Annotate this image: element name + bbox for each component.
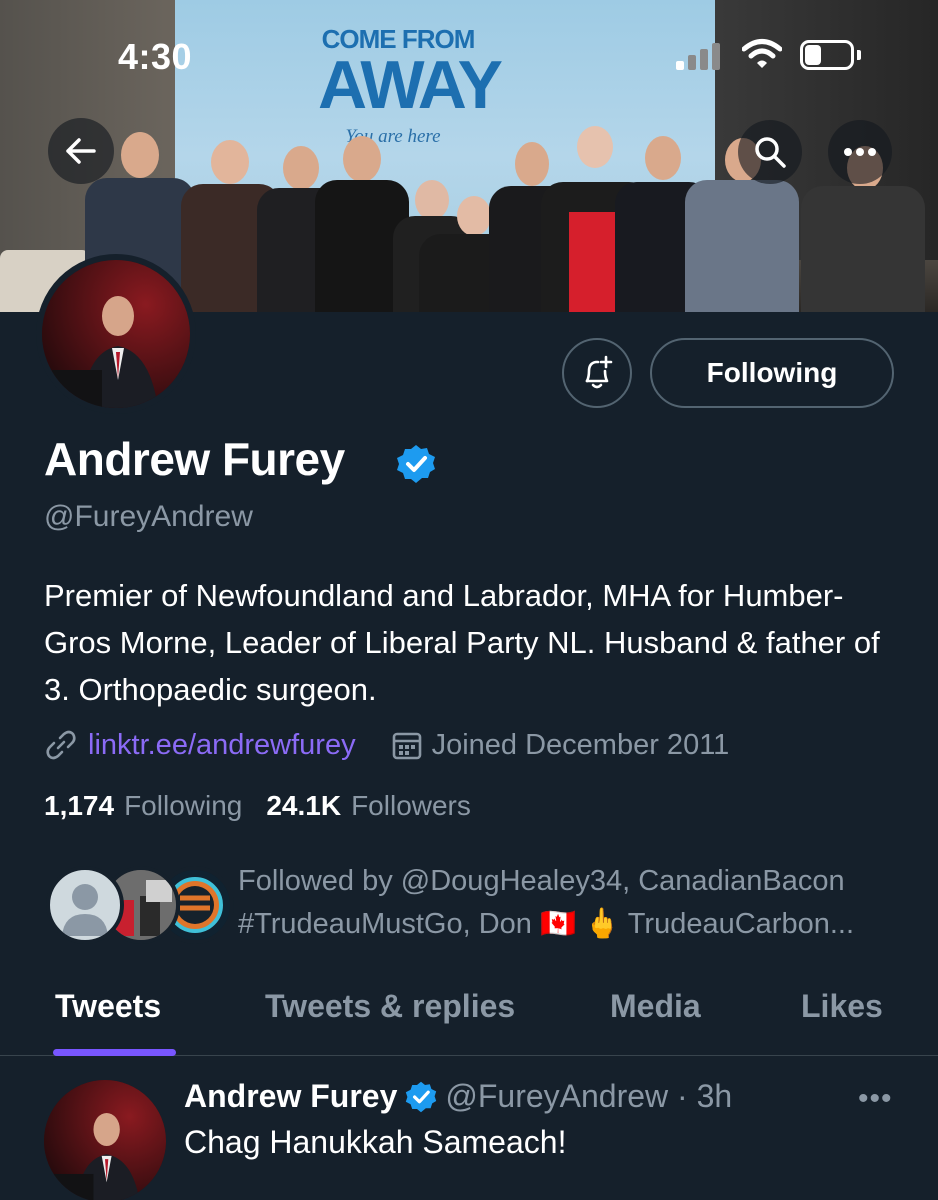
profile-link[interactable]: linktr.ee/andrewfurey	[88, 729, 356, 762]
followers-count-link[interactable]: 24.1K Followers	[266, 790, 471, 822]
followers-label: Followers	[351, 790, 471, 821]
profile-bio: Premier of Newfoundland and Labrador, MH…	[44, 578, 880, 707]
tweet-author-name[interactable]: Andrew Furey	[184, 1078, 397, 1115]
tab-media[interactable]: Media	[610, 988, 701, 1025]
more-button[interactable]	[828, 120, 892, 184]
tab-likes[interactable]: Likes	[801, 988, 883, 1025]
profile-joined-date: Joined December 2011	[431, 728, 730, 761]
following-label: Following	[124, 790, 243, 821]
link-icon	[46, 730, 76, 760]
battery-icon	[800, 40, 861, 70]
following-button[interactable]: Following	[650, 338, 894, 408]
following-count: 1,174	[44, 790, 115, 821]
status-bar-time: 4:30	[118, 36, 193, 77]
tweet-header: Andrew Furey @FureyAndrew · 3h	[184, 1078, 732, 1115]
banner-sign-line2: AWAY	[318, 47, 503, 123]
tweet-more-button[interactable]: •••	[858, 1082, 893, 1116]
tweet-text: Chag Hanukkah Sameach!	[184, 1124, 567, 1160]
active-tab-indicator	[53, 1049, 176, 1056]
back-button[interactable]	[48, 118, 114, 184]
followers-count: 24.1K	[266, 790, 342, 821]
search-button[interactable]	[738, 120, 802, 184]
followed-by-avatars[interactable]	[46, 866, 234, 946]
profile-tabs: Tweets Tweets & replies Media Likes	[0, 970, 938, 1056]
notifications-button[interactable]	[562, 338, 632, 408]
more-horizontal-icon	[844, 148, 876, 156]
avatar-photo	[42, 260, 190, 408]
bell-plus-icon	[585, 355, 613, 389]
arrow-left-icon	[66, 138, 96, 164]
profile-handle: @FureyAndrew	[44, 500, 253, 533]
search-icon	[755, 137, 786, 168]
follower-avatar	[46, 866, 124, 944]
profile-meta: linktr.ee/andrewfurey Joined December 20…	[44, 724, 729, 766]
tweet-avatar[interactable]	[44, 1080, 166, 1200]
tweet-avatar-photo	[44, 1080, 166, 1200]
verified-badge-icon[interactable]	[396, 444, 436, 484]
verified-badge-icon	[406, 1081, 437, 1112]
profile-avatar[interactable]	[36, 254, 196, 414]
profile-display-name: Andrew Furey	[44, 433, 345, 485]
followed-by-text[interactable]: Followed by @DougHealey34, CanadianBacon…	[238, 860, 918, 946]
profile-counts: 1,174 Following 24.1K Followers	[44, 790, 495, 822]
tweet-handle-time: @FureyAndrew · 3h	[445, 1078, 733, 1114]
followed-by-line2: #TrudeauMustGo, Don 🇨🇦 🖕 TrudeauCarbon..…	[238, 908, 854, 940]
cellular-signal-icon	[676, 42, 724, 70]
followed-by-line1: Followed by @DougHealey34, CanadianBacon	[238, 865, 845, 897]
following-count-link[interactable]: 1,174 Following	[44, 790, 242, 822]
tab-tweets-and-replies[interactable]: Tweets & replies	[265, 988, 515, 1025]
wifi-icon	[742, 39, 782, 68]
tab-tweets[interactable]: Tweets	[55, 988, 161, 1025]
calendar-icon	[392, 732, 421, 760]
